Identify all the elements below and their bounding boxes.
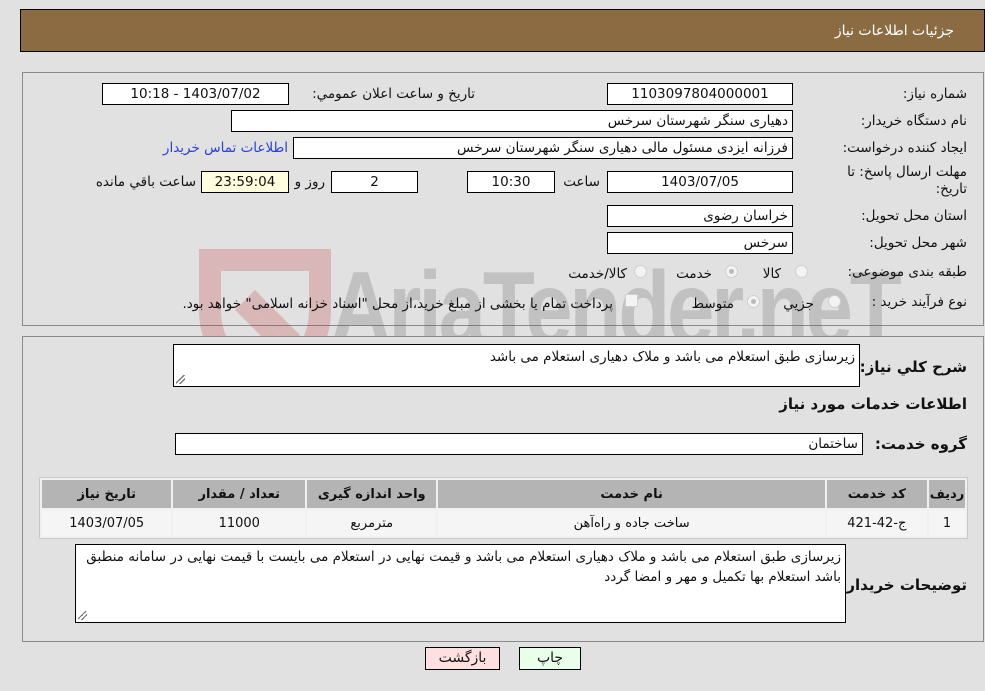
description-label: شرح کلي نياز: bbox=[859, 358, 967, 376]
category-radio-goods-service[interactable] bbox=[634, 265, 647, 278]
need-number-label: شماره نیاز: bbox=[902, 86, 967, 102]
requester-label: ايجاد کننده درخواست: bbox=[842, 140, 967, 156]
cell-row-number: 1 bbox=[928, 510, 965, 536]
resize-grip-icon[interactable] bbox=[176, 375, 185, 384]
category-radio-service[interactable] bbox=[725, 265, 738, 278]
remaining-time-field: 23:59:04 bbox=[201, 171, 289, 193]
services-table: رديف کد خدمت نام خدمت واحد اندازه گيری ت… bbox=[39, 477, 968, 539]
description-textarea[interactable]: زیرسازی طبق استعلام می باشد و ملاک دهیار… bbox=[173, 344, 860, 387]
services-section-title: اطلاعات خدمات مورد نياز bbox=[779, 395, 967, 413]
purchase-type-option-minor: جزيي bbox=[783, 296, 814, 312]
buyer-notes-label: توضيحات خريدار: bbox=[840, 576, 967, 594]
city-label: شهر محل تحويل: bbox=[869, 235, 967, 251]
treasury-note: پرداخت تمام يا بخشی از مبلغ خريد،از محل … bbox=[182, 296, 613, 312]
col-header-row-number: رديف bbox=[928, 480, 965, 508]
requester-field: فرزانه ایزدی مسئول مالی دهیاری سنگر شهرس… bbox=[293, 137, 793, 159]
deadline-time-field: 10:30 bbox=[467, 171, 555, 193]
category-option-goods-service: کالا/خدمت bbox=[568, 266, 627, 282]
col-header-service-code: کد خدمت bbox=[826, 480, 927, 508]
purchase-type-option-medium: متوسط bbox=[691, 296, 734, 312]
page-title: جزئیات اطلاعات نیاز bbox=[834, 23, 954, 39]
remaining-time-label: ساعت باقي مانده bbox=[95, 174, 196, 190]
deadline-label-date: تاريخ: bbox=[935, 181, 967, 197]
table-header-row: رديف کد خدمت نام خدمت واحد اندازه گيری ت… bbox=[42, 480, 965, 508]
col-header-unit: واحد اندازه گيری bbox=[307, 480, 437, 508]
purchase-type-radio-minor[interactable] bbox=[828, 295, 841, 308]
resize-grip-icon[interactable] bbox=[78, 611, 87, 620]
deadline-label: مهلت ارسال پاسخ: تا bbox=[847, 164, 967, 180]
back-button[interactable]: بازگشت bbox=[425, 647, 500, 670]
city-field: سرخس bbox=[607, 232, 793, 254]
cell-unit: مترمربع bbox=[307, 510, 437, 536]
cell-need-date: 1403/07/05 bbox=[42, 510, 172, 536]
service-group-label: گروه خدمت: bbox=[874, 435, 967, 453]
description-text: زیرسازی طبق استعلام می باشد و ملاک دهیار… bbox=[489, 349, 855, 365]
need-number-field: 1103097804000001 bbox=[607, 83, 793, 105]
days-label: روز و bbox=[294, 174, 325, 190]
category-radio-goods[interactable] bbox=[795, 265, 808, 278]
deadline-date-field: 1403/07/05 bbox=[607, 171, 793, 193]
province-field: خراسان رضوی bbox=[607, 205, 793, 227]
category-option-goods: کالا bbox=[762, 266, 781, 282]
buyer-org-field: دهیاری سنگر شهرستان سرخس bbox=[231, 110, 793, 132]
announce-datetime-field: 1403/07/02 - 10:18 bbox=[102, 83, 289, 105]
buyer-notes-textarea[interactable]: زیرسازی طبق استعلام می باشد و ملاک دهیار… bbox=[75, 544, 846, 623]
col-header-quantity: تعداد / مقدار bbox=[173, 480, 306, 508]
buyer-notes-text: زیرسازی طبق استعلام می باشد و ملاک دهیار… bbox=[86, 549, 841, 585]
print-button[interactable]: چاپ bbox=[519, 647, 581, 670]
cell-quantity: 11000 bbox=[173, 510, 306, 536]
col-header-service-name: نام خدمت bbox=[438, 480, 825, 508]
deadline-time-label: ساعت bbox=[563, 174, 600, 190]
province-label: استان محل تحويل: bbox=[861, 208, 967, 224]
treasury-checkbox[interactable] bbox=[625, 294, 638, 307]
page-header: جزئیات اطلاعات نیاز bbox=[20, 9, 985, 52]
days-remaining-field: 2 bbox=[331, 171, 418, 193]
cell-service-name: ساخت جاده و راه‌آهن bbox=[438, 510, 825, 536]
service-group-field: ساختمان bbox=[175, 433, 863, 455]
purchase-type-label: نوع فرآيند خريد : bbox=[871, 294, 967, 310]
purchase-type-radio-medium[interactable] bbox=[747, 295, 760, 308]
col-header-need-date: تاريخ نياز bbox=[42, 480, 172, 508]
announce-datetime-label: تاريخ و ساعت اعلان عمومي: bbox=[312, 86, 475, 102]
cell-service-code: ج-42-421 bbox=[826, 510, 927, 536]
buyer-org-label: نام دستگاه خريدار: bbox=[860, 113, 967, 129]
table-row: 1 ج-42-421 ساخت جاده و راه‌آهن مترمربع 1… bbox=[42, 510, 965, 536]
buyer-contact-link[interactable]: اطلاعات تماس خريدار bbox=[163, 140, 288, 156]
category-option-service: خدمت bbox=[676, 266, 712, 282]
category-label: طبقه بندی موضوعی: bbox=[847, 264, 967, 280]
